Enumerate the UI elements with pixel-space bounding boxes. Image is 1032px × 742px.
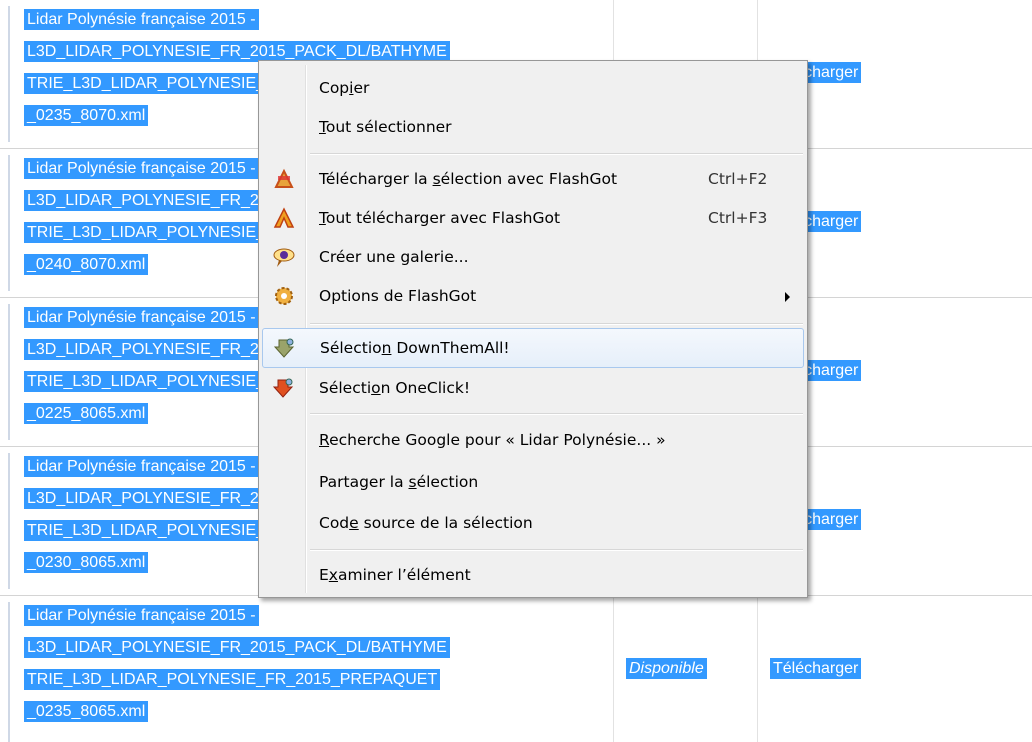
menu-item-oneclick-selection[interactable]: Sélection OneClick!	[262, 369, 804, 407]
menu-separator	[310, 549, 803, 551]
menu-item-label: Créer une galerie...	[319, 248, 469, 266]
menu-shortcut: Ctrl+F3	[708, 209, 768, 227]
file-name-line: _0235_8070.xml	[24, 105, 149, 126]
menu-separator	[310, 413, 803, 415]
file-name-line: _0235_8065.xml	[24, 701, 149, 722]
menu-item-flashgot-options[interactable]: Options de FlashGot	[262, 277, 804, 315]
menu-item-label: Examiner l’élément	[319, 566, 471, 584]
submenu-arrow-icon	[785, 292, 790, 302]
menu-item-label: Copier	[319, 79, 370, 97]
menu-item-copy[interactable]: Copier	[262, 69, 804, 107]
file-name-line: L3D_LIDAR_POLYNESIE_FR_2015_PACK_DL/BATH…	[24, 41, 450, 62]
file-name-line: _0230_8065.xml	[24, 552, 149, 573]
row-marker	[8, 453, 10, 589]
file-name-cell: Lidar Polynésie française 2015 - L3D_LID…	[24, 600, 614, 728]
file-name-line: Lidar Polynésie française 2015 -	[24, 456, 259, 477]
menu-item-label: Options de FlashGot	[319, 287, 477, 305]
file-name-line: _0240_8070.xml	[24, 254, 149, 275]
context-menu: Copier Tout sélectionner Télécharger la …	[258, 60, 808, 598]
menu-item-label: Recherche Google pour « Lidar Polynésie.…	[319, 431, 666, 449]
file-name-line: L3D_LIDAR_POLYNESIE_FR_2015_PACK_DL/BATH…	[24, 637, 450, 658]
file-name-line: Lidar Polynésie française 2015 -	[24, 307, 259, 328]
file-name-line: Lidar Polynésie française 2015 -	[24, 158, 259, 179]
menu-separator	[310, 323, 803, 325]
row-marker	[8, 304, 10, 440]
row-marker	[8, 155, 10, 291]
menu-separator	[310, 153, 803, 155]
row-marker	[8, 6, 10, 142]
eye-icon	[273, 246, 295, 268]
menu-item-label: Sélection DownThemAll!	[320, 339, 510, 357]
table-row: Lidar Polynésie française 2015 - L3D_LID…	[0, 596, 1032, 742]
file-name-line: _0225_8065.xml	[24, 403, 149, 424]
menu-item-flashgot-selection[interactable]: Télécharger la sélection avec FlashGot C…	[262, 160, 804, 198]
menu-item-google-search[interactable]: Recherche Google pour « Lidar Polynésie.…	[262, 421, 804, 459]
file-name-line: Lidar Polynésie française 2015 -	[24, 605, 259, 626]
menu-item-flashgot-all[interactable]: Tout télécharger avec FlashGot Ctrl+F3	[262, 199, 804, 237]
flashgot-selection-icon	[273, 168, 295, 190]
flashgot-icon	[273, 207, 295, 229]
menu-item-select-all[interactable]: Tout sélectionner	[262, 108, 804, 146]
menu-shortcut: Ctrl+F2	[708, 170, 768, 188]
downthemall-icon	[273, 337, 296, 359]
menu-item-label: Partager la sélection	[319, 473, 479, 491]
row-marker	[8, 602, 10, 742]
oneclick-icon	[272, 377, 295, 399]
menu-item-label: Sélection OneClick!	[319, 379, 471, 397]
file-name-line: Lidar Polynésie française 2015 -	[24, 9, 259, 30]
menu-item-create-gallery[interactable]: Créer une galerie...	[262, 238, 804, 276]
menu-item-label: Tout télécharger avec FlashGot	[319, 209, 561, 227]
file-name-line: TRIE_L3D_LIDAR_POLYNESIE_FR_2015_PREPAQU…	[24, 669, 441, 690]
download-link[interactable]: Télécharger	[770, 658, 862, 679]
menu-item-share-selection[interactable]: Partager la sélection	[262, 463, 804, 501]
menu-item-downthemall-selection[interactable]: Sélection DownThemAll!	[262, 328, 804, 368]
menu-item-label: Code source de la sélection	[319, 514, 533, 532]
menu-item-label: Tout sélectionner	[319, 118, 452, 136]
status-badge: Disponible	[626, 658, 707, 679]
menu-item-inspect-element[interactable]: Examiner l’élément	[262, 556, 804, 594]
flashgot-options-icon	[273, 285, 295, 307]
menu-item-view-selection-source[interactable]: Code source de la sélection	[262, 504, 804, 542]
menu-item-label: Télécharger la sélection avec FlashGot	[319, 170, 618, 188]
